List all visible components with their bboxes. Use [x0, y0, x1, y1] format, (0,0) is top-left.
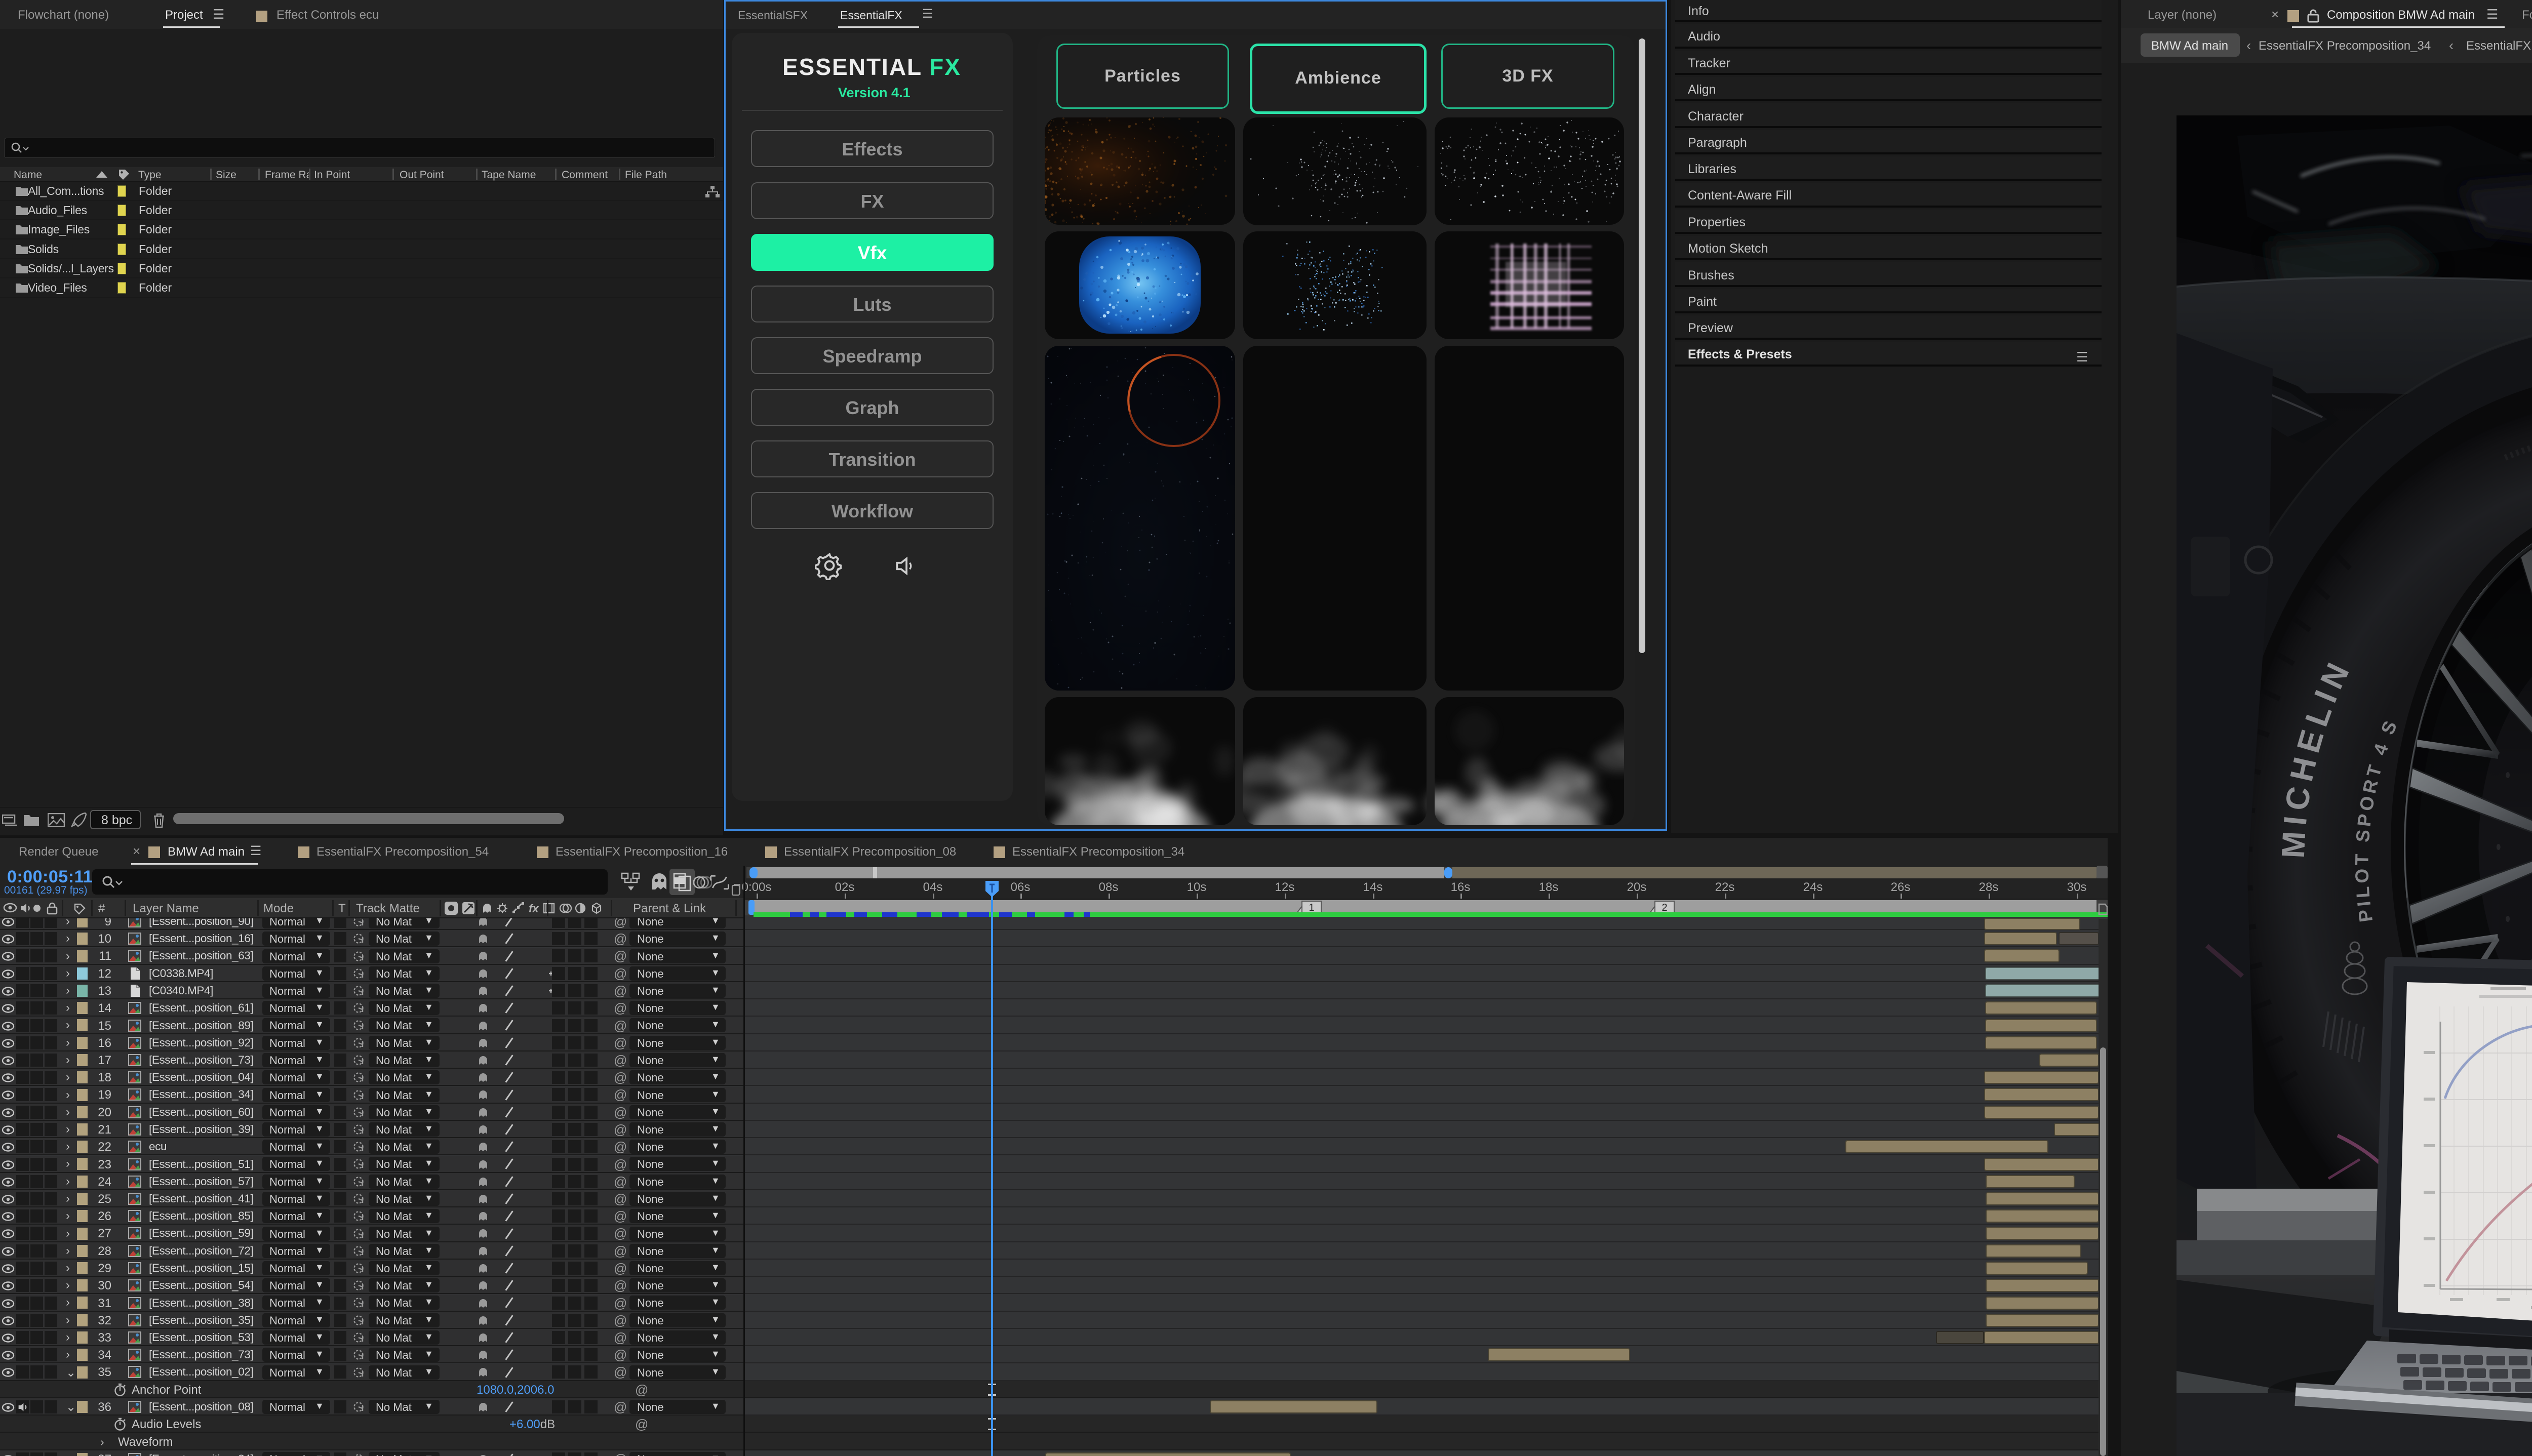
svg-text:2: 2: [1661, 902, 1667, 913]
svg-text:fx: fx: [529, 902, 539, 915]
svg-text:1: 1: [1309, 902, 1314, 913]
